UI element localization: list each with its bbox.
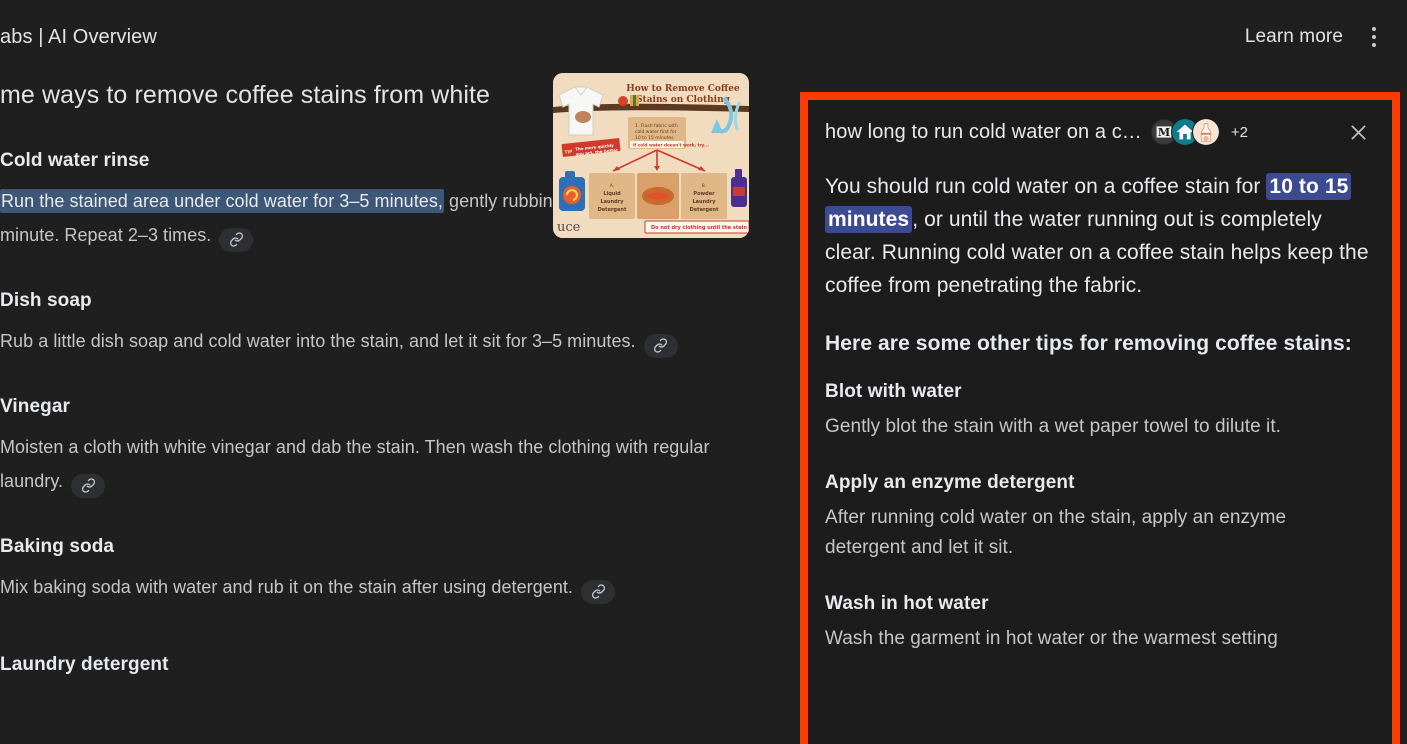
section-dish-soap: Dish soap Rub a little dish soap and col… [0, 290, 740, 358]
svg-text:A.: A. [610, 183, 614, 189]
svg-text:Laundry: Laundry [693, 199, 717, 205]
section-title: Laundry detergent [0, 654, 169, 675]
infographic-thumbnail[interactable]: How to Remove Coffee Stains on Clothing … [553, 73, 749, 238]
section-laundry-detergent: Laundry detergent [0, 654, 740, 676]
source-link-icon[interactable] [71, 473, 106, 498]
highlighted-text: Run the stained area under cold water fo… [0, 189, 444, 213]
panel-body: You should run cold water on a coffee st… [808, 156, 1392, 654]
svg-text:B.: B. [702, 183, 707, 189]
section-body-text: Rub a little dish soap and cold water in… [0, 331, 641, 351]
tips-heading: Here are some other tips for removing co… [825, 332, 1352, 355]
tip-text: After running cold water on the stain, a… [825, 507, 1287, 558]
source-favicons[interactable]: M [1149, 118, 1220, 146]
tip-wash-in-hot-water: Wash in hot water Wash the garment in ho… [825, 593, 1372, 654]
section-body: Moisten a cloth with white vinegar and d… [0, 430, 730, 498]
page-header: abs | AI Overview [0, 0, 800, 74]
answer-text-before: You should run cold water on a coffee st… [825, 175, 1267, 198]
kebab-dot [1372, 43, 1376, 47]
section-body: Rub a little dish soap and cold water in… [0, 324, 730, 358]
svg-text:Powder: Powder [693, 191, 715, 197]
kebab-menu-icon[interactable] [1357, 20, 1391, 54]
svg-text:1. Flush fabric with: 1. Flush fabric with [635, 123, 678, 129]
svg-text:TIP: TIP [564, 149, 573, 156]
follow-up-answer-panel: how long to run cold water on a c… M +2 [808, 100, 1392, 744]
source-link-icon[interactable] [219, 227, 254, 252]
section-vinegar: Vinegar Moisten a cloth with white vineg… [0, 396, 740, 498]
section-body-text: Moisten a cloth with white vinegar and d… [0, 437, 710, 491]
svg-text:uce: uce [557, 220, 581, 235]
kebab-dot [1372, 35, 1376, 39]
svg-text:Detergent: Detergent [690, 207, 719, 213]
tip-blot-with-water: Blot with water Gently blot the stain wi… [825, 381, 1372, 442]
tip-title: Wash in hot water [825, 593, 989, 614]
header-actions: Learn more [1245, 0, 1407, 74]
svg-text:Laundry: Laundry [601, 199, 625, 205]
tip-title: Apply an enzyme detergent [825, 472, 1075, 493]
svg-text:Liquid: Liquid [603, 191, 621, 197]
panel-answer-paragraph: You should run cold water on a coffee st… [825, 170, 1372, 302]
panel-question-text: how long to run cold water on a c… [825, 120, 1142, 143]
close-icon[interactable] [1340, 114, 1376, 150]
section-title: Dish soap [0, 290, 92, 311]
svg-text:M: M [1158, 126, 1170, 139]
tip-text: Wash the garment in hot water or the war… [825, 628, 1278, 649]
panel-header: how long to run cold water on a c… M +2 [808, 100, 1392, 156]
source-link-icon[interactable] [581, 579, 616, 604]
section-body: Mix baking soda with water and rub it on… [0, 570, 730, 604]
tip-apply-enzyme-detergent: Apply an enzyme detergent After running … [825, 472, 1372, 563]
svg-text:10 to 15 minutes: 10 to 15 minutes [635, 135, 674, 141]
tip-text: Gently blot the stain with a wet paper t… [825, 416, 1281, 437]
section-baking-soda: Baking soda Mix baking soda with water a… [0, 536, 740, 604]
kebab-dot [1372, 27, 1376, 31]
svg-text:Stains on Clothing: Stains on Clothing [636, 95, 731, 105]
labs-ai-overview-title: abs | AI Overview [0, 25, 157, 48]
svg-text:cold water first for: cold water first for [635, 129, 677, 135]
learn-more-link[interactable]: Learn more [1245, 26, 1343, 48]
section-title: Vinegar [0, 396, 71, 417]
bottle-icon[interactable] [1191, 118, 1220, 146]
screen-root: abs | AI Overview me ways to remove coff… [0, 0, 1407, 744]
section-body-text: Mix baking soda with water and rub it on… [0, 577, 579, 597]
section-title: Baking soda [0, 536, 115, 557]
svg-text:How to Remove Coffee: How to Remove Coffee [626, 84, 740, 94]
svg-text:if cold water doesn't work, tr: if cold water doesn't work, try... [633, 143, 709, 148]
svg-text:Detergent: Detergent [598, 207, 627, 213]
tip-title: Blot with water [825, 381, 962, 402]
source-count-badge: +2 [1230, 123, 1249, 141]
svg-text:Do not dry clothing until the: Do not dry clothing until the stain is t… [651, 225, 749, 231]
source-link-icon[interactable] [643, 333, 678, 358]
